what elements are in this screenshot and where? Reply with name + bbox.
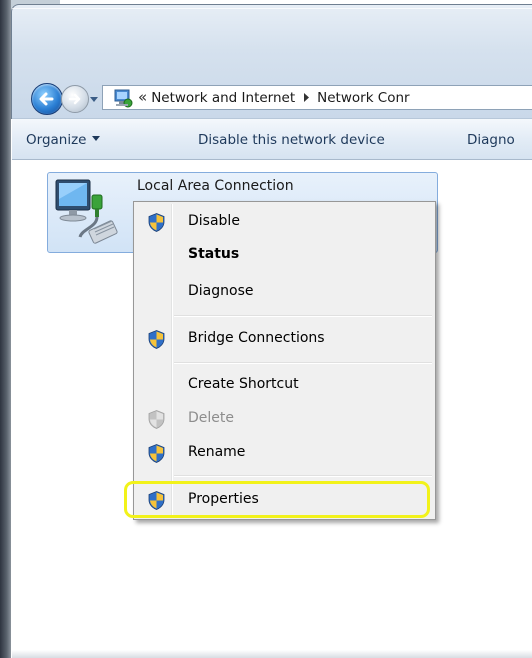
address-bar[interactable]: « Network and Internet Network Conr (102, 85, 532, 110)
menu-label-bridge-connections: Bridge Connections (188, 330, 325, 346)
menu-item-diagnose[interactable]: Diagnose (136, 277, 433, 307)
menu-separator (174, 315, 432, 317)
recent-pages-dropdown-icon[interactable] (89, 94, 99, 104)
explorer-window: « Network and Internet Network Conr Orga… (0, 0, 532, 658)
menu-item-status[interactable]: Status (136, 240, 433, 270)
breadcrumb-separator-icon[interactable] (303, 93, 310, 102)
breadcrumb-network-connections[interactable]: Network Conr (317, 90, 409, 106)
menu-separator (174, 475, 432, 477)
menu-item-delete[interactable]: Delete (136, 404, 433, 434)
connection-name[interactable]: Local Area Connection (137, 178, 294, 194)
network-adapter-icon (55, 179, 118, 244)
uac-shield-icon (148, 330, 165, 349)
address-overflow-chevrons[interactable]: « (138, 90, 147, 105)
disable-network-device-button[interactable]: Disable this network device (198, 132, 385, 148)
menu-separator (174, 362, 432, 364)
uac-shield-icon-disabled (148, 410, 165, 429)
menu-item-rename[interactable]: Rename (136, 438, 433, 468)
menu-label-disable: Disable (188, 213, 240, 229)
window-frame-left-edge (0, 0, 11, 658)
uac-shield-icon (148, 213, 165, 232)
title-bar-highlight (12, 8, 532, 9)
context-menu: Disable Status Diagnose Bridge Connectio… (133, 201, 436, 520)
organize-dropdown-icon (92, 136, 101, 141)
menu-label-delete: Delete (188, 410, 234, 426)
command-toolbar: Organize Disable this network device Dia… (12, 118, 532, 160)
menu-item-create-shortcut[interactable]: Create Shortcut (136, 370, 433, 400)
diagnose-connection-button[interactable]: Diagno (467, 132, 515, 148)
back-arrow-icon (39, 92, 54, 106)
breadcrumb-network-and-internet[interactable]: Network and Internet (151, 90, 295, 106)
organize-label: Organize (26, 132, 87, 148)
pane-bottom-edge (12, 650, 532, 658)
forward-button[interactable] (61, 85, 89, 113)
forward-arrow-icon (68, 93, 81, 105)
menu-label-create-shortcut: Create Shortcut (188, 376, 299, 392)
network-folder-icon (114, 89, 133, 107)
back-button[interactable] (31, 83, 63, 115)
menu-label-rename: Rename (188, 444, 246, 460)
menu-label-status: Status (188, 246, 240, 262)
uac-shield-icon (148, 444, 165, 463)
properties-highlight-outline (124, 481, 430, 518)
organize-button[interactable]: Organize (26, 132, 101, 148)
menu-item-bridge-connections[interactable]: Bridge Connections (136, 324, 433, 354)
menu-label-diagnose: Diagnose (188, 283, 254, 299)
menu-item-disable[interactable]: Disable (136, 207, 433, 237)
